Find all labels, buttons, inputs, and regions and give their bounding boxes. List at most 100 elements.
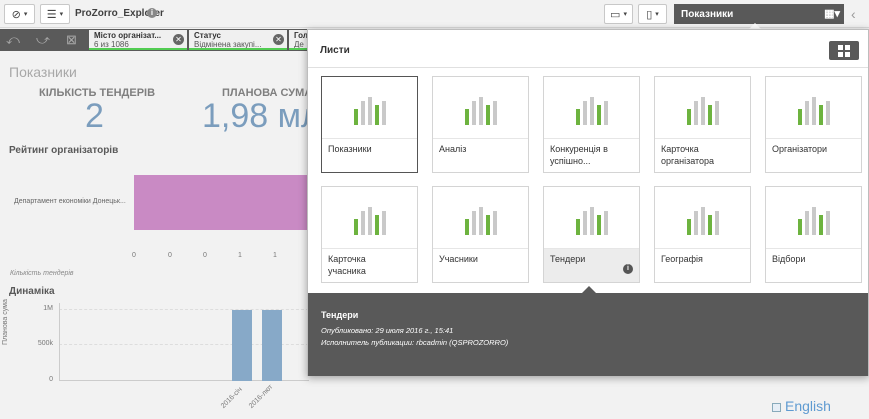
bar-chart-icon — [354, 207, 388, 235]
flag-icon — [772, 402, 781, 412]
sheet-thumbnail — [433, 187, 528, 249]
sheet-thumbnail — [655, 187, 750, 249]
sheet-tile-label: Організатори — [772, 144, 828, 154]
grid-icon — [845, 44, 850, 50]
sheet-tile[interactable]: Аналіз — [432, 76, 529, 173]
global-menu-button[interactable]: ☰ ▾ — [40, 4, 70, 24]
sheet-thumbnail — [655, 77, 750, 139]
sheet-thumbnail — [322, 187, 417, 249]
sheet-thumbnail — [766, 77, 861, 139]
dynamics-bar[interactable] — [232, 310, 252, 381]
sheet-thumbnail — [433, 77, 528, 139]
kpi-value-tenders[interactable]: 2 — [85, 97, 104, 136]
rating-axis-caption: Кількість тендерів — [10, 270, 74, 277]
sheet-tile[interactable]: Відбори — [765, 186, 862, 283]
selection-chip-status[interactable]: Статус Відмінена закупі... ✕ — [189, 30, 287, 50]
selection-field: Статус — [194, 31, 221, 40]
close-icon[interactable]: ✕ — [273, 34, 284, 45]
sheet-tile[interactable]: Карточка організатора — [654, 76, 751, 173]
sheet-title: Показники — [9, 64, 77, 80]
bar-chart-icon — [687, 207, 721, 235]
sheet-tile[interactable]: Конкуренція в успішно... — [543, 76, 640, 173]
y-tick: 0 — [49, 376, 53, 383]
list-icon: ☰ — [46, 8, 57, 21]
axis-tick: 0 — [168, 252, 172, 259]
chevron-down-icon: ▾ — [23, 11, 28, 18]
sheet-tile[interactable]: Показники — [321, 76, 418, 173]
bar-chart-icon — [465, 97, 499, 125]
chevron-down-icon: ▾ — [59, 11, 64, 18]
sheet-tile-label: Географія — [661, 254, 703, 264]
sheet-tile[interactable]: Географія — [654, 186, 751, 283]
sheet-tile[interactable]: Учасники — [432, 186, 529, 283]
rating-bar[interactable] — [134, 175, 309, 230]
axis-tick: 0 — [132, 252, 136, 259]
sheet-tile-label: Конкуренція в успішно... — [550, 144, 608, 166]
grid-icon — [838, 51, 843, 57]
sheet-thumbnail — [544, 187, 639, 249]
selection-value: Відмінена закупі... — [194, 40, 262, 49]
dynamics-bar[interactable] — [262, 310, 282, 381]
dynamics-chart-title: Динаміка — [9, 286, 55, 297]
axis-tick: 1 — [238, 252, 242, 259]
bar-chart-icon — [687, 97, 721, 125]
bar-chart-icon — [798, 207, 832, 235]
language-label: English — [785, 398, 831, 414]
selection-value: 6 из 1086 — [94, 40, 129, 49]
grid-icon — [838, 44, 843, 50]
step-back-icon[interactable]: ⤺ — [6, 32, 20, 48]
bar-chart-icon — [465, 207, 499, 235]
details-title: Тендери — [321, 310, 359, 320]
grid-icon — [845, 51, 850, 57]
details-published: Опубликовано: 29 июля 2016 г., 15:41 — [321, 326, 454, 335]
rating-chart-title: Рейтинг організаторів — [9, 145, 119, 156]
dynamics-y-axis-label: Планова сума — [2, 299, 9, 345]
axis-tick: 0 — [203, 252, 207, 259]
sheet-tile-label: Карточка учасника — [328, 254, 366, 276]
sheet-tile[interactable]: Організатори — [765, 76, 862, 173]
sheet-tile-label: Показники — [328, 144, 372, 154]
details-caret — [582, 286, 596, 293]
language-link[interactable]: English — [772, 398, 831, 414]
app-info-icon[interactable]: i — [147, 8, 157, 18]
step-forward-icon[interactable]: ⤻ — [36, 32, 50, 48]
compass-icon: ⊘ — [11, 8, 21, 21]
bar-chart-icon — [576, 97, 610, 125]
selection-value: Де — [294, 40, 304, 49]
sheet-tile[interactable]: Тендери i — [543, 186, 640, 283]
selection-chip-third[interactable]: Гол Де — [289, 30, 307, 50]
popover-header: Листи — [320, 45, 350, 56]
navigation-menu-button[interactable]: ⊘ ▾ — [4, 4, 35, 24]
bookmark-button[interactable]: ▯ ▾ — [638, 4, 667, 24]
sheet-selector[interactable]: Показники ▦▾ — [674, 4, 844, 24]
sheet-thumbnail — [766, 187, 861, 249]
chevron-left-icon[interactable]: ‹ — [851, 6, 856, 22]
details-publisher: Исполнитель публикации: rbcadmin (QSPROZ… — [321, 338, 509, 347]
divider — [308, 67, 868, 68]
x-tick: 2016-лют — [248, 383, 275, 410]
bar-chart-icon — [354, 97, 388, 125]
sheets-grid-icon: ▦▾ — [824, 8, 840, 20]
y-tick: 500k — [37, 340, 53, 347]
kpi-value-planned-sum[interactable]: 1,98 мл — [202, 97, 321, 136]
top-toolbar: ⊘ ▾ ☰ ▾ ProZorro_Explorer i ▭ ▾ ▯ ▾ Показник… — [0, 0, 869, 28]
selection-chip-city[interactable]: Місто організат... 6 из 1086 ✕ — [89, 30, 187, 50]
sheet-tile-label: Тендери — [550, 254, 586, 264]
info-icon[interactable]: i — [623, 264, 633, 274]
close-icon[interactable]: ✕ — [173, 34, 184, 45]
sheet-tile-label: Відбори — [772, 254, 806, 264]
axis-tick: 1 — [273, 252, 277, 259]
grid-view-button[interactable] — [829, 41, 859, 60]
sheet-tile[interactable]: Карточка учасника — [321, 186, 418, 283]
story-mode-button[interactable]: ▭ ▾ — [604, 4, 633, 24]
sheet-tile-label: Аналіз — [439, 144, 467, 154]
sheet-tile-label: Карточка організатора — [661, 144, 715, 166]
selection-field: Місто організат... — [94, 31, 162, 40]
y-tick: 1M — [43, 305, 53, 312]
sheet-thumbnail — [322, 77, 417, 139]
rating-category-label: Департамент економіки Донецьк... — [14, 198, 126, 205]
sheet-details-panel: Тендери Опубликовано: 29 июля 2016 г., 1… — [308, 286, 868, 376]
bar-chart-icon — [576, 207, 610, 235]
sheets-popover: Листи Показники Аналіз Конкуренція в успіш… — [307, 29, 869, 376]
clear-all-icon[interactable]: ⊠ — [66, 32, 77, 48]
